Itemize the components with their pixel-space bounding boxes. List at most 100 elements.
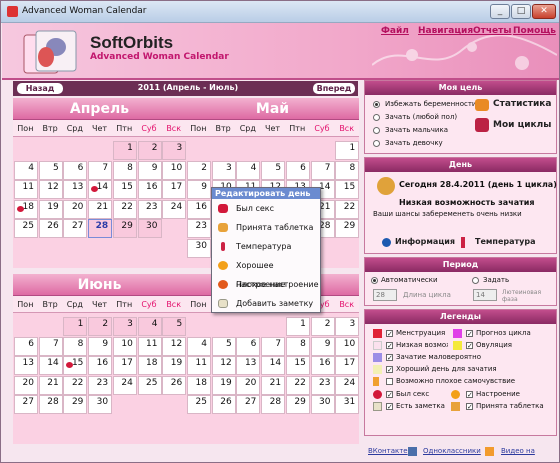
vk-link[interactable]: ВКонтакте (368, 447, 408, 455)
day-cell[interactable]: 14 (261, 356, 286, 375)
day-cell[interactable]: 1 (335, 141, 360, 160)
day-cell[interactable]: 19 (211, 375, 236, 395)
day-cell[interactable]: 11 (187, 356, 211, 375)
day-cell[interactable]: 3 (112, 317, 137, 336)
day-cell[interactable]: 15 (285, 356, 310, 375)
day-cell[interactable]: 2 (310, 317, 335, 336)
video-link[interactable]: Видео на (501, 447, 535, 455)
day-cell[interactable]: 13 (236, 356, 261, 375)
day-cell[interactable]: 2 (187, 160, 211, 180)
day-cell[interactable]: 2 (88, 317, 113, 336)
day-cell[interactable]: 15 (335, 180, 360, 199)
day-cell[interactable]: 26 (211, 395, 236, 414)
day-cell[interactable]: 24 (335, 375, 360, 395)
day-cell[interactable]: 16 (310, 356, 335, 375)
day-cell[interactable]: 5 (162, 317, 187, 336)
menu-item-pill[interactable]: Принята таблетка (212, 218, 320, 237)
day-cell[interactable]: 4 (236, 160, 261, 180)
day-cell[interactable]: 9 (137, 160, 162, 180)
day-cell[interactable]: 10 (162, 160, 187, 180)
legend-unlikely-checkbox[interactable]: ✓ (386, 354, 393, 362)
day-cell[interactable]: 17 (162, 180, 187, 199)
menu-navigation[interactable]: Навигация (418, 26, 473, 36)
day-cell[interactable]: 30 (187, 238, 211, 258)
day-cell[interactable]: 8 (285, 336, 310, 356)
day-cell[interactable]: 12 (211, 356, 236, 375)
day-cell[interactable]: 26 (38, 219, 63, 238)
day-cell[interactable]: 16 (88, 356, 113, 375)
day-cell[interactable]: 13 (63, 180, 88, 199)
day-cell[interactable]: 4 (14, 160, 38, 180)
statistics-button[interactable]: Статистика (493, 99, 551, 109)
legend-mood-checkbox[interactable]: ✓ (466, 391, 473, 399)
day-cell[interactable]: 23 (88, 375, 113, 395)
day-cell[interactable]: 8 (112, 160, 137, 180)
day-cell[interactable]: 10 (335, 336, 360, 356)
day-cell[interactable]: 16 (137, 180, 162, 199)
day-cell[interactable]: 10 (112, 336, 137, 356)
day-cell[interactable]: 20 (14, 375, 38, 395)
day-cell[interactable]: 5 (211, 336, 236, 356)
menu-file[interactable]: Файл (381, 26, 409, 36)
day-cell[interactable]: 24 (162, 199, 187, 219)
day-cell[interactable]: 29 (63, 395, 88, 414)
menu-reports[interactable]: Отчеты (473, 26, 512, 36)
day-cell[interactable]: 6 (63, 160, 88, 180)
menu-help[interactable]: Помощь (513, 26, 556, 36)
day-cell[interactable]: 22 (285, 375, 310, 395)
day-cell[interactable]: 30 (310, 395, 335, 414)
day-cell[interactable]: 16 (187, 199, 211, 219)
day-cell[interactable]: 3 (211, 160, 236, 180)
day-cell[interactable]: 25 (137, 375, 162, 395)
day-cell[interactable]: 11 (137, 336, 162, 356)
day-cell[interactable]: 30 (88, 395, 113, 414)
cycle-length-select[interactable]: 28 (373, 289, 397, 301)
day-cell[interactable]: 7 (310, 160, 335, 180)
legend-ovulation-checkbox[interactable]: ✓ (466, 342, 473, 350)
day-cell[interactable]: 28 (38, 395, 63, 414)
day-cell[interactable]: 4 (137, 317, 162, 336)
day-cell[interactable]: 21 (88, 199, 113, 219)
day-cell[interactable]: 26 (162, 375, 187, 395)
day-cell[interactable]: 27 (236, 395, 261, 414)
goal-girl-radio[interactable] (373, 140, 380, 147)
day-cell[interactable]: 1 (63, 317, 88, 336)
day-cell[interactable]: 1 (112, 141, 137, 160)
period-auto-radio[interactable] (371, 277, 378, 284)
menu-item-good-mood[interactable]: Хорошее настроение (212, 256, 320, 289)
period-set-radio[interactable] (472, 277, 479, 284)
temperature-button[interactable]: Температура (475, 237, 535, 246)
day-cell[interactable]: 22 (63, 375, 88, 395)
day-cell[interactable]: 9 (187, 180, 211, 199)
luteal-phase-select[interactable]: 14 (473, 289, 497, 301)
legend-note-checkbox[interactable]: ✓ (386, 403, 393, 411)
day-cell[interactable]: 14 (38, 356, 63, 375)
legend-bad-feeling-checkbox[interactable] (386, 378, 393, 385)
day-cell[interactable]: 7 (38, 336, 63, 356)
day-cell[interactable]: 23 (137, 199, 162, 219)
day-cell[interactable]: 3 (335, 317, 360, 336)
legend-pill-checkbox[interactable]: ✓ (466, 403, 473, 411)
day-cell[interactable]: 5 (38, 160, 63, 180)
day-cell[interactable]: 25 (187, 395, 211, 414)
day-cell[interactable]: 27 (63, 219, 88, 238)
day-cell[interactable]: 19 (162, 356, 187, 375)
legend-low-chance-checkbox[interactable]: ✓ (386, 342, 393, 350)
legend-good-day-checkbox[interactable]: ✓ (386, 366, 393, 374)
day-cell[interactable]: 28 (88, 219, 113, 238)
menu-item-sex[interactable]: Был секс (212, 199, 320, 218)
day-cell[interactable]: 24 (112, 375, 137, 395)
day-cell[interactable]: 3 (162, 141, 187, 160)
day-cell[interactable]: 25 (14, 219, 38, 238)
day-cell[interactable]: 4 (187, 336, 211, 356)
day-cell[interactable]: 28 (261, 395, 286, 414)
day-cell[interactable]: 29 (285, 395, 310, 414)
day-cell[interactable]: 18 (14, 199, 38, 219)
day-cell[interactable]: 7 (88, 160, 113, 180)
legend-sex-checkbox[interactable]: ✓ (386, 391, 393, 399)
day-cell[interactable]: 21 (38, 375, 63, 395)
close-button[interactable]: ✕ (532, 4, 556, 19)
day-cell[interactable]: 31 (335, 395, 360, 414)
day-cell[interactable]: 19 (38, 199, 63, 219)
day-cell[interactable]: 23 (187, 219, 211, 238)
